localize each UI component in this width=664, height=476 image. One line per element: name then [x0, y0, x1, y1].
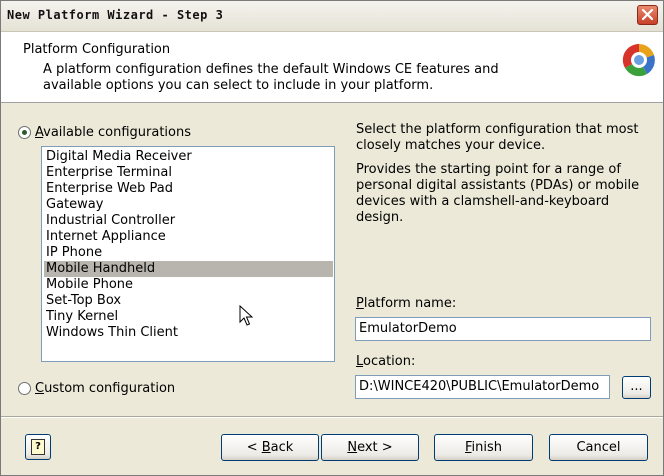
- back-button-mnemonic: B: [261, 440, 271, 455]
- wizard-window: New Platform Wizard - Step 3 Platform Co…: [0, 0, 664, 476]
- configuration-listbox[interactable]: Digital Media Receiver Enterprise Termin…: [41, 146, 335, 362]
- windows-ce-logo-icon: [622, 43, 655, 77]
- help-button[interactable]: ?: [25, 434, 51, 460]
- list-item[interactable]: Enterprise Terminal: [44, 165, 333, 181]
- browse-location-button[interactable]: ...: [622, 376, 651, 399]
- configuration-description: Provides the starting point for a range …: [356, 162, 640, 225]
- custom-configuration-label-text: ustom configuration: [44, 381, 176, 396]
- list-item[interactable]: Digital Media Receiver: [44, 149, 333, 165]
- cancel-button[interactable]: Cancel: [549, 434, 648, 461]
- list-item-selected[interactable]: Mobile Handheld: [44, 261, 333, 277]
- header-title: Platform Configuration: [23, 42, 171, 57]
- back-button[interactable]: < Back: [221, 434, 319, 461]
- finish-button-label: inish: [471, 440, 503, 455]
- next-button-mnemonic: N: [347, 440, 358, 455]
- list-item[interactable]: Tiny Kernel: [44, 309, 333, 325]
- location-label-text: ocation:: [363, 354, 416, 369]
- available-configurations-label[interactable]: Available configurations: [35, 125, 191, 140]
- location-mnemonic: L: [356, 354, 364, 369]
- instruction-text: Select the platform configuration that m…: [356, 122, 639, 153]
- footer-separator: [1, 416, 663, 418]
- back-button-label: ack: [270, 440, 294, 455]
- list-item[interactable]: Enterprise Web Pad: [44, 181, 333, 197]
- custom-configuration-label[interactable]: Custom configuration: [35, 381, 175, 396]
- close-icon: [641, 8, 654, 21]
- header-description: A platform configuration defines the def…: [43, 62, 499, 93]
- mouse-pointer-icon: [239, 305, 253, 326]
- next-button-label: ext >: [357, 440, 393, 455]
- list-item[interactable]: Set-Top Box: [44, 293, 333, 309]
- custom-configuration-radio[interactable]: [18, 382, 31, 395]
- window-title: New Platform Wizard - Step 3: [7, 8, 224, 22]
- list-item[interactable]: Gateway: [44, 197, 333, 213]
- platform-name-input[interactable]: EmulatorDemo: [355, 317, 651, 341]
- available-configurations-mnemonic: A: [35, 125, 44, 140]
- location-label: Location:: [356, 354, 415, 369]
- list-item[interactable]: Industrial Controller: [44, 213, 333, 229]
- list-item[interactable]: Windows Thin Client: [44, 325, 333, 341]
- platform-name-label-text: latform name:: [363, 296, 457, 311]
- list-item[interactable]: IP Phone: [44, 245, 333, 261]
- close-button[interactable]: [637, 5, 658, 25]
- finish-button[interactable]: Finish: [434, 434, 533, 461]
- location-input[interactable]: D:\WINCE420\PUBLIC\EmulatorDemo: [355, 375, 610, 399]
- back-button-prefix: <: [246, 440, 262, 455]
- next-button[interactable]: Next >: [321, 434, 419, 461]
- help-icon: ?: [31, 439, 45, 455]
- available-configurations-label-text: vailable configurations: [43, 125, 191, 140]
- platform-name-label: Platform name:: [356, 296, 456, 311]
- list-item[interactable]: Mobile Phone: [44, 277, 333, 293]
- list-item[interactable]: Internet Appliance: [44, 229, 333, 245]
- title-bar[interactable]: New Platform Wizard - Step 3: [1, 1, 663, 32]
- wizard-header: Platform Configuration A platform config…: [1, 32, 663, 103]
- platform-name-mnemonic: P: [356, 296, 364, 311]
- custom-configuration-mnemonic: C: [35, 381, 45, 396]
- available-configurations-radio[interactable]: [18, 126, 31, 139]
